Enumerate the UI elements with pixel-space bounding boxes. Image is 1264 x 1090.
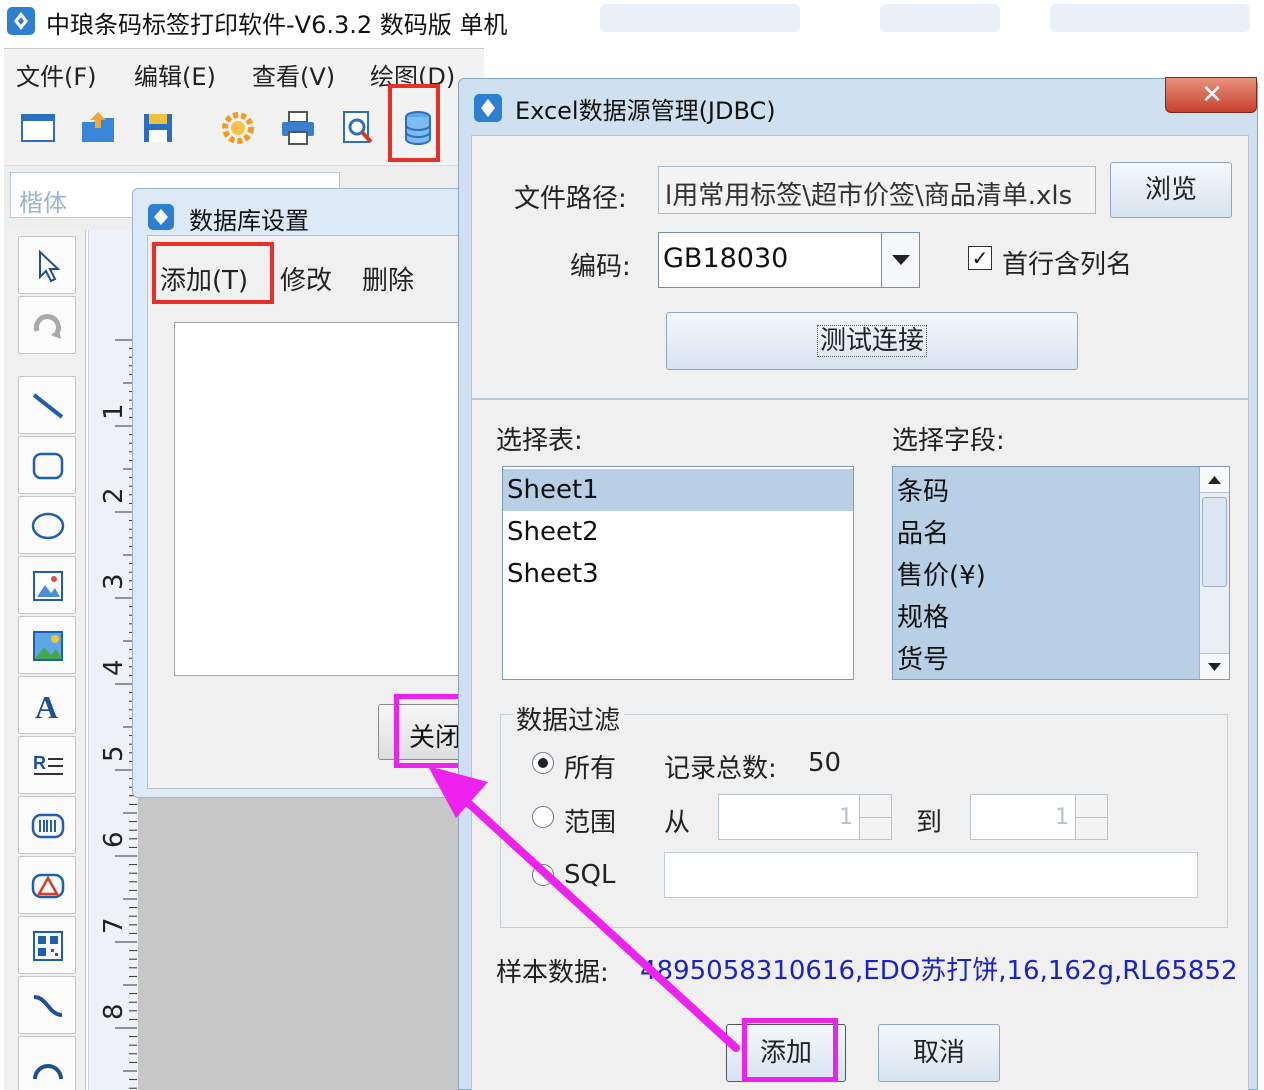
annotation-arrow: [428, 766, 740, 1052]
